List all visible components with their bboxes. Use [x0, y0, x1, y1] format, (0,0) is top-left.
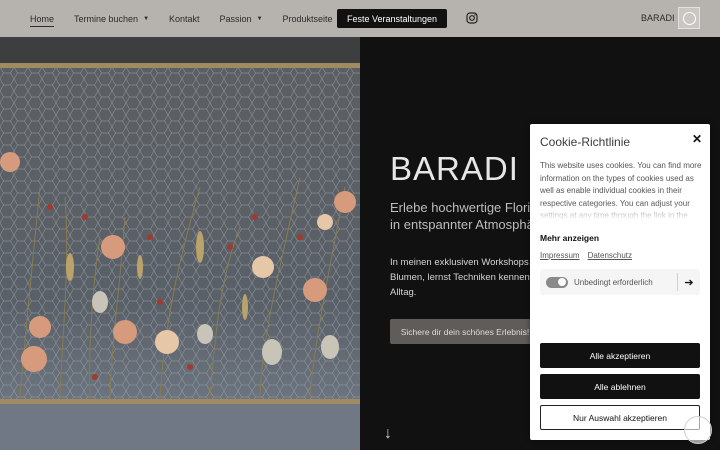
feste-veranstaltungen-button[interactable]: Feste Veranstaltungen	[337, 9, 447, 28]
consent-category-required: Unbedingt erforderlich ➔	[540, 269, 700, 295]
hero-cta-button[interactable]: Sichere dir dein schönes Erlebnis!	[390, 319, 540, 344]
nav-item-passion[interactable]: Passion ▼	[220, 14, 263, 24]
text-fade	[540, 204, 703, 220]
site-header: Home Termine buchen ▼ Kontakt Passion ▼ Pr…	[0, 0, 720, 37]
reject-all-button[interactable]: Alle ablehnen	[540, 374, 700, 399]
nav-item-kontakt[interactable]: Kontakt	[169, 14, 200, 24]
nav-produktseite-label: Produktseite	[282, 13, 333, 24]
brand-logo[interactable]	[678, 7, 700, 29]
nav-item-produktseite[interactable]: Produktseite	[283, 14, 333, 24]
hero-title: BARADI	[390, 150, 519, 187]
dried-flowers-artwork	[0, 37, 360, 450]
impressum-link[interactable]: Impressum	[540, 251, 580, 260]
close-icon[interactable]: ✕	[692, 132, 702, 146]
arrow-right-icon[interactable]: ➔	[678, 276, 700, 289]
nav-item-home[interactable]: Home	[30, 13, 55, 27]
hero-flower-image	[0, 37, 360, 450]
accept-selection-button[interactable]: Nur Auswahl akzeptieren	[540, 405, 700, 430]
brand-name[interactable]: BARADI	[641, 13, 675, 23]
consent-label: Unbedingt erforderlich	[574, 277, 653, 287]
logo-mark	[682, 11, 696, 25]
datenschutz-link[interactable]: Datenschutz	[588, 251, 632, 260]
main-nav: Home Termine buchen ▼ Kontakt Passion ▼ Pr…	[30, 0, 353, 37]
nav-home-label: Home	[30, 13, 55, 24]
floating-widget-button[interactable]	[684, 416, 712, 444]
caret-down-icon: ▼	[143, 15, 150, 22]
instagram-icon[interactable]	[466, 12, 478, 24]
nav-kontakt-label: Kontakt	[169, 13, 200, 24]
cookie-title: Cookie-Richtlinie	[540, 135, 631, 149]
nav-passion-label: Passion	[219, 13, 252, 24]
policy-links: Impressum Datenschutz	[540, 251, 640, 260]
arrow-down-icon[interactable]: ↓	[384, 425, 392, 443]
accept-all-button[interactable]: Alle akzeptieren	[540, 343, 700, 368]
show-more-link[interactable]: Mehr anzeigen	[540, 233, 599, 243]
caret-down-icon: ▼	[256, 15, 263, 22]
cookie-dialog: Cookie-Richtlinie ✕ This website uses co…	[530, 124, 710, 440]
required-toggle[interactable]	[546, 276, 568, 288]
nav-item-termine-buchen[interactable]: Termine buchen ▼	[74, 14, 149, 24]
toggle-knob	[558, 278, 566, 286]
nav-termine-label: Termine buchen	[74, 13, 139, 24]
